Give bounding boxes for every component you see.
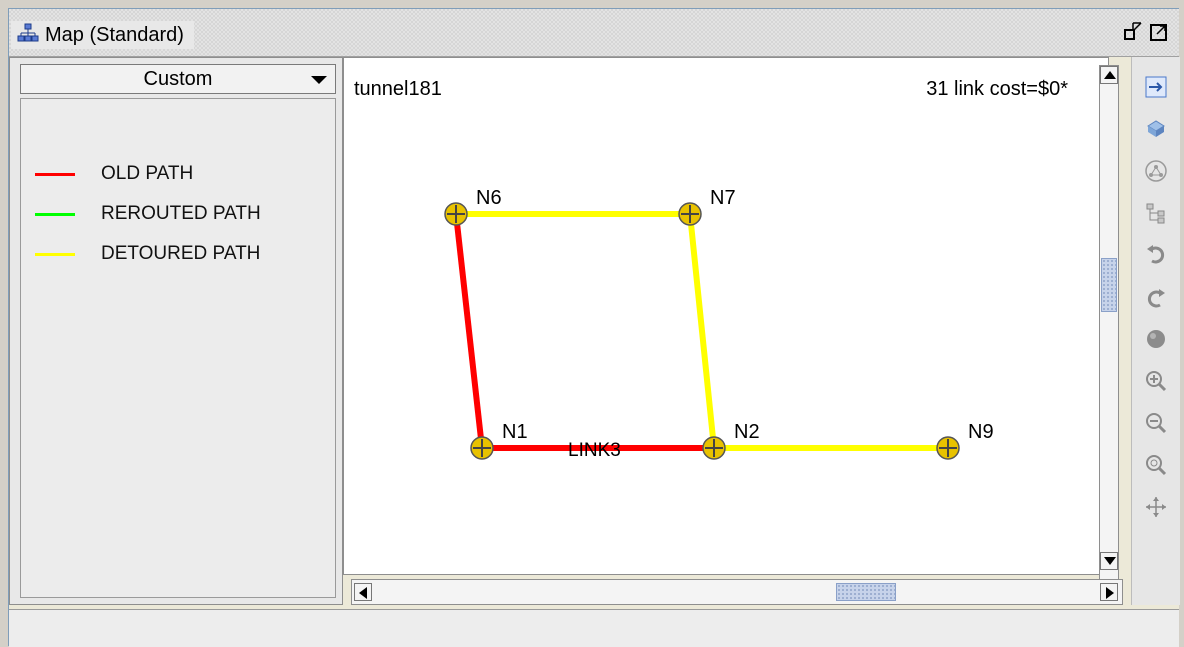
link-label: LINK3 bbox=[568, 440, 621, 461]
layout-icon[interactable] bbox=[1142, 157, 1170, 185]
legend-item-rerouted-path: REROUTED PATH bbox=[35, 203, 261, 225]
arrow-down-icon bbox=[1104, 557, 1116, 565]
node-label: N2 bbox=[734, 421, 760, 443]
fit-icon[interactable] bbox=[1142, 73, 1170, 101]
node-label: N7 bbox=[710, 187, 736, 209]
arrow-right-icon bbox=[1106, 587, 1114, 599]
view-3d-icon[interactable] bbox=[1142, 115, 1170, 143]
title-area: Map (Standard) bbox=[11, 21, 194, 49]
map-window: Map (Standard) Custom OLD PATH REROUTED … bbox=[8, 8, 1180, 647]
zoom-out-icon[interactable] bbox=[1142, 409, 1170, 437]
node-n9[interactable]: N9 bbox=[936, 421, 994, 460]
vertical-scroll-thumb[interactable] bbox=[1101, 258, 1117, 312]
arrow-left-icon bbox=[359, 587, 367, 599]
legend-box: OLD PATH REROUTED PATH DETOURED PATH bbox=[20, 98, 336, 598]
zoom-in-icon[interactable] bbox=[1142, 367, 1170, 395]
legend-label: DETOURED PATH bbox=[101, 243, 261, 264]
legend-label: OLD PATH bbox=[101, 163, 194, 184]
node-label: N9 bbox=[968, 421, 994, 443]
link-n7-n2[interactable] bbox=[687, 213, 717, 449]
map-toolbar bbox=[1131, 57, 1180, 605]
node-n7[interactable]: N7 bbox=[678, 187, 736, 226]
node-label: N1 bbox=[502, 421, 528, 443]
window-title: Map (Standard) bbox=[45, 23, 184, 46]
title-bar: Map (Standard) bbox=[9, 9, 1179, 57]
vertical-scrollbar[interactable] bbox=[1099, 65, 1119, 589]
scroll-right-button[interactable] bbox=[1100, 583, 1118, 601]
scroll-left-button[interactable] bbox=[354, 583, 372, 601]
legend-label: REROUTED PATH bbox=[101, 203, 261, 224]
map-canvas[interactable]: tunnel181 31 link cost=$0* LINK3 N6 N7 N1 N… bbox=[343, 57, 1109, 575]
horizontal-scroll-thumb[interactable] bbox=[836, 583, 896, 601]
view-dropdown-value: Custom bbox=[143, 67, 213, 90]
horizontal-scrollbar[interactable] bbox=[351, 579, 1123, 605]
status-bar bbox=[9, 609, 1179, 647]
arrow-up-icon bbox=[1104, 71, 1116, 79]
minimize-dock-icon[interactable] bbox=[1123, 21, 1143, 43]
scroll-up-button[interactable] bbox=[1100, 66, 1118, 84]
legend-item-detoured-path: DETOURED PATH bbox=[35, 243, 260, 265]
legend-swatch bbox=[35, 252, 75, 256]
pan-icon[interactable] bbox=[1142, 493, 1170, 521]
chevron-down-icon[interactable] bbox=[311, 76, 327, 84]
network-map[interactable]: LINK3 N6 N7 N1 N2 N9 bbox=[344, 58, 1110, 576]
legend-item-old-path: OLD PATH bbox=[35, 163, 193, 185]
link-n6-n1[interactable] bbox=[453, 213, 485, 449]
node-n6[interactable]: N6 bbox=[444, 187, 502, 226]
view-dropdown[interactable]: Custom bbox=[20, 64, 336, 94]
legend-swatch bbox=[35, 212, 75, 216]
disc-icon[interactable] bbox=[1142, 325, 1170, 353]
scroll-down-button[interactable] bbox=[1100, 552, 1118, 570]
legend-swatch bbox=[35, 172, 75, 176]
map-network-icon bbox=[17, 22, 39, 49]
node-label: N6 bbox=[476, 187, 502, 209]
zoom-fit-icon[interactable] bbox=[1142, 451, 1170, 479]
undo-icon[interactable] bbox=[1142, 241, 1170, 269]
maximize-float-icon[interactable] bbox=[1149, 21, 1169, 43]
hierarchy-icon[interactable] bbox=[1142, 199, 1170, 227]
legend-panel: Custom OLD PATH REROUTED PATH DETOURED P… bbox=[9, 57, 343, 605]
redo-icon[interactable] bbox=[1142, 283, 1170, 311]
